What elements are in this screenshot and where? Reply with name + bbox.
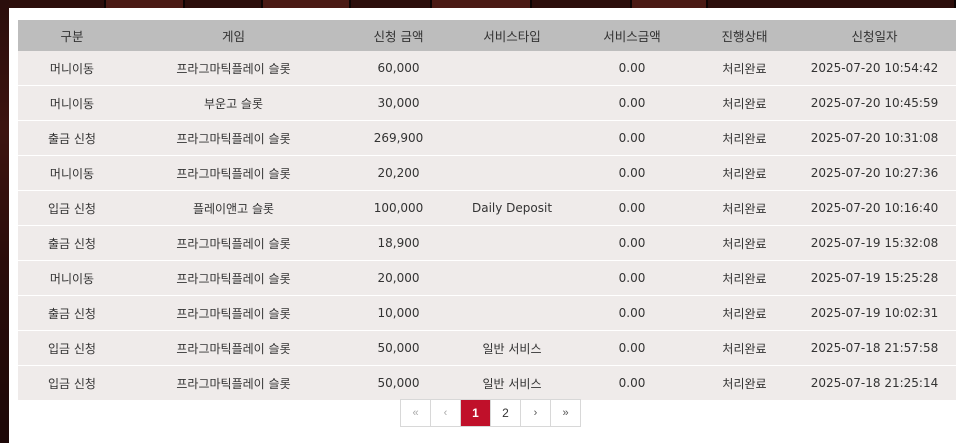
cell-service-amount: 0.00 (568, 260, 696, 296)
cell-request-amount: 30,000 (341, 85, 456, 121)
next-page-button[interactable]: › (520, 400, 550, 426)
page-button-1[interactable]: 1 (460, 400, 490, 426)
cell-type: 출금 신청 (18, 295, 126, 331)
cell-request-date: 2025-07-20 10:54:42 (793, 51, 956, 86)
cell-service-amount: 0.00 (568, 155, 696, 191)
last-page-button[interactable]: » (550, 400, 580, 426)
cell-game: 프라그마틱플레이 슬롯 (126, 330, 341, 366)
cell-service-amount: 0.00 (568, 51, 696, 86)
table-body: 머니이동 프라그마틱플레이 슬롯 60,000 0.00 처리완료 2025-07-20 … (18, 51, 956, 400)
cell-status: 처리완료 (696, 155, 793, 191)
cell-request-amount: 20,200 (341, 155, 456, 191)
cell-type: 입금 신청 (18, 330, 126, 366)
table-row: 출금 신청 프라그마틱플레이 슬롯 10,000 0.00 처리완료 2025-07-19… (18, 295, 956, 331)
left-background-strip (0, 0, 9, 443)
table-row: 머니이동 프라그마틱플레이 슬롯 20,200 0.00 처리완료 2025-07-20 … (18, 155, 956, 191)
cell-service-amount: 0.00 (568, 85, 696, 121)
cell-service-type (456, 260, 568, 296)
cell-status: 처리완료 (696, 295, 793, 331)
column-header-service-amount: 서비스금액 (568, 20, 696, 51)
cell-service-amount: 0.00 (568, 295, 696, 331)
cell-status: 처리완료 (696, 190, 793, 226)
cell-service-amount: 0.00 (568, 190, 696, 226)
cell-request-date: 2025-07-20 10:27:36 (793, 155, 956, 191)
cell-status: 처리완료 (696, 51, 793, 86)
column-header-request-amount: 신청 금액 (341, 20, 456, 51)
cell-service-type: Daily Deposit (456, 190, 568, 226)
table-row: 머니이동 프라그마틱플레이 슬롯 60,000 0.00 처리완료 2025-07-20 … (18, 51, 956, 86)
cell-type: 출금 신청 (18, 120, 126, 156)
cell-request-date: 2025-07-20 10:16:40 (793, 190, 956, 226)
table-row: 머니이동 부운고 슬롯 30,000 0.00 처리완료 2025-07-20 10:45… (18, 85, 956, 121)
cell-game: 프라그마틱플레이 슬롯 (126, 260, 341, 296)
cell-request-amount: 50,000 (341, 330, 456, 366)
cell-request-amount: 269,900 (341, 120, 456, 156)
table-row: 머니이동 프라그마틱플레이 슬롯 20,000 0.00 처리완료 2025-07-19 … (18, 260, 956, 296)
column-header-game: 게임 (126, 20, 341, 51)
column-header-type: 구분 (18, 20, 126, 51)
cell-service-amount: 0.00 (568, 120, 696, 156)
cell-service-amount: 0.00 (568, 330, 696, 366)
cell-request-date: 2025-07-18 21:25:14 (793, 365, 956, 400)
transaction-history-table: 구분 게임 신청 금액 서비스타입 서비스금액 진행상태 신청일자 머니이동 프라그마틱플레이… (18, 20, 956, 400)
cell-request-date: 2025-07-19 15:32:08 (793, 225, 956, 261)
table-row: 출금 신청 프라그마틱플레이 슬롯 18,900 0.00 처리완료 2025-07-19… (18, 225, 956, 261)
cell-request-amount: 18,900 (341, 225, 456, 261)
page-button-2[interactable]: 2 (490, 400, 520, 426)
cell-request-date: 2025-07-18 21:57:58 (793, 330, 956, 366)
cell-game: 부운고 슬롯 (126, 85, 341, 121)
table-row: 입금 신청 플레이앤고 슬롯 100,000 Daily Deposit 0.00 처리완… (18, 190, 956, 226)
cell-request-amount: 50,000 (341, 365, 456, 400)
cell-status: 처리완료 (696, 365, 793, 400)
cell-status: 처리완료 (696, 225, 793, 261)
column-header-status: 진행상태 (696, 20, 793, 51)
cell-game: 프라그마틱플레이 슬롯 (126, 225, 341, 261)
table-row: 입금 신청 프라그마틱플레이 슬롯 50,000 일반 서비스 0.00 처리완료 2025… (18, 330, 956, 366)
cell-game: 플레이앤고 슬롯 (126, 190, 341, 226)
cell-service-type (456, 155, 568, 191)
cell-status: 처리완료 (696, 120, 793, 156)
cell-request-date: 2025-07-20 10:31:08 (793, 120, 956, 156)
cell-service-type: 일반 서비스 (456, 365, 568, 400)
cell-request-amount: 60,000 (341, 51, 456, 86)
cell-request-date: 2025-07-19 10:02:31 (793, 295, 956, 331)
cell-service-type: 일반 서비스 (456, 330, 568, 366)
pagination: « ‹ 1 2 › » (400, 399, 581, 427)
cell-game: 프라그마틱플레이 슬롯 (126, 295, 341, 331)
cell-game: 프라그마틱플레이 슬롯 (126, 155, 341, 191)
cell-request-date: 2025-07-20 10:45:59 (793, 85, 956, 121)
cell-type: 입금 신청 (18, 190, 126, 226)
cell-status: 처리완료 (696, 85, 793, 121)
cell-service-type (456, 295, 568, 331)
first-page-button[interactable]: « (401, 400, 430, 426)
table-row: 입금 신청 프라그마틱플레이 슬롯 50,000 일반 서비스 0.00 처리완료 2025… (18, 365, 956, 400)
top-banner-strip (0, 0, 956, 8)
cell-service-amount: 0.00 (568, 365, 696, 400)
cell-request-amount: 20,000 (341, 260, 456, 296)
cell-type: 머니이동 (18, 85, 126, 121)
cell-request-amount: 100,000 (341, 190, 456, 226)
column-header-service-type: 서비스타입 (456, 20, 568, 51)
cell-type: 머니이동 (18, 51, 126, 86)
cell-service-amount: 0.00 (568, 225, 696, 261)
cell-service-type (456, 225, 568, 261)
cell-status: 처리완료 (696, 260, 793, 296)
cell-type: 출금 신청 (18, 225, 126, 261)
cell-service-type (456, 85, 568, 121)
cell-game: 프라그마틱플레이 슬롯 (126, 120, 341, 156)
cell-service-type (456, 51, 568, 86)
cell-type: 입금 신청 (18, 365, 126, 400)
cell-game: 프라그마틱플레이 슬롯 (126, 51, 341, 86)
cell-status: 처리완료 (696, 330, 793, 366)
cell-service-type (456, 120, 568, 156)
cell-request-date: 2025-07-19 15:25:28 (793, 260, 956, 296)
cell-request-amount: 10,000 (341, 295, 456, 331)
column-header-request-date: 신청일자 (793, 20, 956, 51)
table-row: 출금 신청 프라그마틱플레이 슬롯 269,900 0.00 처리완료 2025-07-2… (18, 120, 956, 156)
prev-page-button[interactable]: ‹ (430, 400, 460, 426)
cell-game: 프라그마틱플레이 슬롯 (126, 365, 341, 400)
cell-type: 머니이동 (18, 260, 126, 296)
cell-type: 머니이동 (18, 155, 126, 191)
table-header: 구분 게임 신청 금액 서비스타입 서비스금액 진행상태 신청일자 (18, 20, 956, 51)
